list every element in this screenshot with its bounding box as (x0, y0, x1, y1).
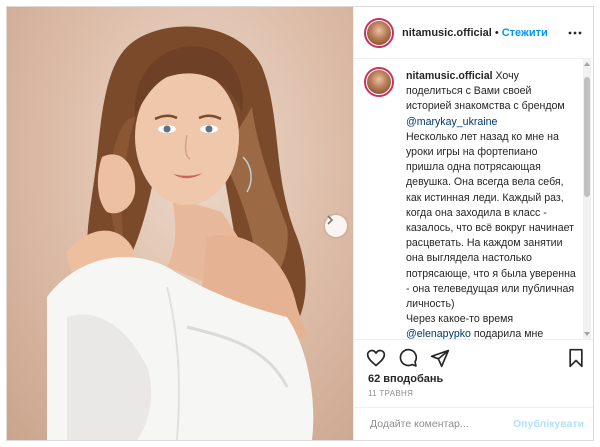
scroll-down-arrow[interactable] (584, 332, 590, 336)
mention-link[interactable]: @elenapypko (406, 328, 471, 339)
post-date[interactable]: 11 ТРАВНЯ (368, 389, 413, 398)
caption-avatar[interactable] (364, 67, 394, 97)
caption-username[interactable]: nitamusic.official (406, 70, 493, 82)
likes-count[interactable]: 62 вподобань (368, 373, 443, 385)
avatar[interactable] (364, 17, 394, 48)
post-side-panel: nitamusic.official • Стежити nitamusic.o… (353, 7, 593, 440)
comment-icon[interactable] (398, 348, 418, 368)
post-caption: nitamusic.official Хочу поделиться с Вам… (406, 69, 576, 339)
portrait-illustration (47, 26, 314, 440)
author-username[interactable]: nitamusic.official (402, 27, 492, 39)
scroll-up-arrow[interactable] (584, 62, 590, 66)
comment-form: Опублікувати (354, 407, 593, 440)
follow-button[interactable]: Стежити (502, 27, 548, 39)
bookmark-icon[interactable] (566, 348, 586, 368)
publish-button[interactable]: Опублікувати (513, 418, 584, 430)
scrollbar-thumb[interactable] (584, 77, 590, 197)
mention-link[interactable]: @marykay_ukraine (406, 116, 497, 128)
action-bar (354, 339, 593, 375)
post-photo[interactable] (7, 7, 353, 440)
next-photo-button[interactable] (325, 215, 347, 237)
share-icon[interactable] (430, 348, 450, 368)
more-horizontal-icon[interactable] (568, 26, 582, 40)
chevron-right-icon (327, 215, 334, 225)
separator-dot: • (494, 26, 499, 39)
heart-icon[interactable] (366, 348, 386, 368)
comments-area[interactable]: nitamusic.official Хочу поделиться с Вам… (354, 59, 593, 339)
instagram-post: nitamusic.official • Стежити nitamusic.o… (6, 6, 594, 441)
post-header: nitamusic.official • Стежити (354, 7, 593, 59)
caption-text: Через какое-то время (406, 313, 514, 326)
caption-text: Несколько лет назад ко мне на уроки игры… (406, 130, 576, 311)
comment-input[interactable] (370, 418, 513, 430)
